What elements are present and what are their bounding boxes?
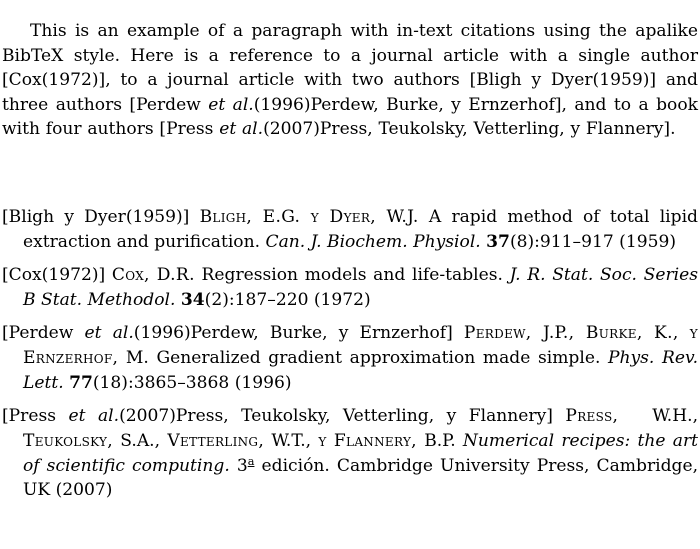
intro-etal-2: et al. <box>219 119 264 140</box>
entry-author-flannery-initials: B.P. <box>424 430 456 451</box>
citation-label-post: (1996)Perdew, Burke, y Ernzerhof] <box>133 323 453 344</box>
bibliography-entry-bligh-dyer-1959: [Bligh y Dyer(1959)] Bligh, E.G. y Dyer,… <box>2 205 698 255</box>
bibliography-entry-cox-1972: [Cox(1972)] Cox, D.R. Regression models … <box>2 263 698 313</box>
entry-year: (1972) <box>313 289 371 310</box>
entry-year: (1996) <box>234 372 292 393</box>
intro-etal-1: et al. <box>208 94 254 115</box>
entry-author-initial: M. <box>125 347 149 368</box>
citation-label-etal: et al. <box>68 406 120 427</box>
entry-year: (2007) <box>55 480 113 501</box>
entry-author-teukolsky: Teukolsky, <box>23 430 114 451</box>
entry-volume: 34 <box>180 289 205 310</box>
entry-pages: :911–917 <box>534 231 614 252</box>
intro-text-part3: (2007)Press, Teukolsky, Vetterling, y Fl… <box>263 119 676 140</box>
entry-issue: (18) <box>92 372 128 393</box>
entry-author-flannery: Flannery, <box>333 430 417 451</box>
entry-authors: Bligh, E.G. y Dyer, W.J. <box>199 207 419 227</box>
entry-author-press: Press, <box>565 406 619 427</box>
entry-issue: (8) <box>509 231 535 252</box>
entry-journal: Can. J. Biochem. Physiol. <box>265 231 481 252</box>
entry-pages: :187–220 <box>228 289 309 310</box>
document-page: This is an example of a paragraph with i… <box>0 0 700 549</box>
entry-year: (1959) <box>619 231 677 252</box>
entry-edition-number: 3 <box>236 455 248 476</box>
entry-title: Generalized gradient approximation made … <box>156 347 601 368</box>
entry-issue: (2) <box>204 289 229 310</box>
citation-label: [Cox(1972)] <box>2 265 106 286</box>
entry-pages: :3865–3868 <box>127 372 230 393</box>
entry-volume: 77 <box>69 372 93 393</box>
citation-label-pre: [Perdew <box>2 323 85 344</box>
entry-title: Regression models and life-tables. <box>201 265 503 286</box>
entry-author-teukolsky-initials: S.A., <box>120 430 161 451</box>
bibliography-list: [Bligh y Dyer(1959)] Bligh, E.G. y Dyer,… <box>2 205 698 503</box>
entry-authors: Cox, D.R. <box>111 265 195 286</box>
citation-label-pre: [Press <box>2 406 69 427</box>
citation-label-etal: et al. <box>84 323 134 344</box>
citation-label: [Bligh y Dyer(1959)] <box>2 207 190 227</box>
intro-paragraph: This is an example of a paragraph with i… <box>2 19 698 142</box>
entry-author-vetterling-initials: W.T., <box>271 430 312 451</box>
citation-label-post: (2007)Press, Teukolsky, Vetterling, y Fl… <box>119 406 553 427</box>
entry-authors-first: Perdew, J.P., Burke, K., <box>463 323 679 344</box>
entry-author-conjunction: y <box>318 430 327 451</box>
entry-edition-word: edición. <box>254 455 330 476</box>
entry-author-press-initials: W.H., <box>652 406 699 427</box>
bibliography-entry-perdew-1996: [Perdew et al.(1996)Perdew, Burke, y Ern… <box>2 321 698 395</box>
entry-volume: 37 <box>486 231 510 252</box>
entry-author-vetterling: Vetterling, <box>167 430 265 451</box>
bibliography-entry-press-2007: [Press et al.(2007)Press, Teukolsky, Vet… <box>2 404 698 503</box>
